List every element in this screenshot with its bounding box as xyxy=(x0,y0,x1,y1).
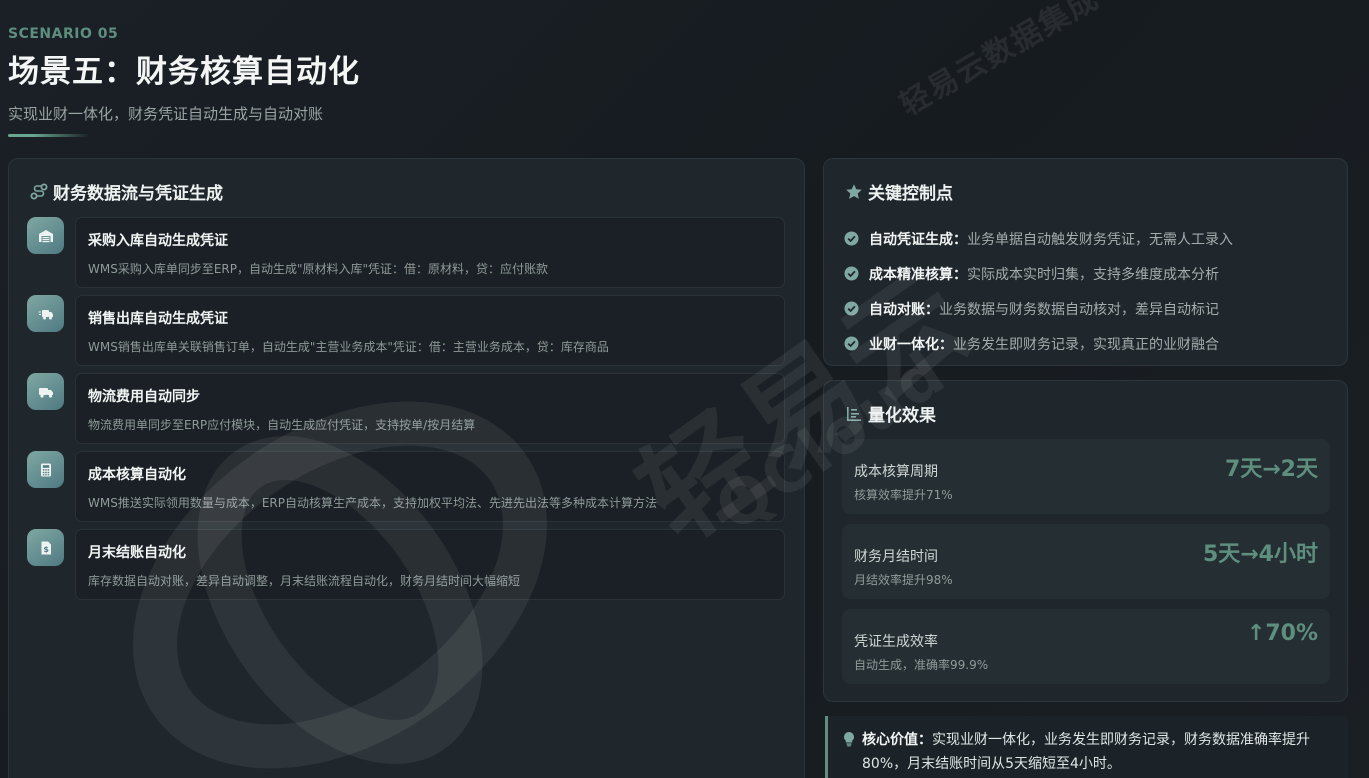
control-point-key: 自动对账： xyxy=(869,301,939,318)
control-point-text: 业务数据与财务数据自动核对，差异自动标记 xyxy=(939,301,1219,318)
flow-item-desc: WMS采购入库单同步至ERP，自动生成"原材料入库"凭证：借：原材料，贷：应付账… xyxy=(88,262,549,276)
metric-sub: 核算效率提升71% xyxy=(854,488,953,502)
flow-item-title: 成本核算自动化 xyxy=(88,467,186,483)
controls-panel: 关键控制点 自动凭证生成： 业务单据自动触发财务凭证，无需人工录入 成本精准核算… xyxy=(823,158,1348,366)
metric-label: 财务月结时间 xyxy=(854,549,938,565)
page-title: 场景五：财务核算自动化 xyxy=(8,54,360,90)
flow-card: 月末结账自动化 库存数据自动对账，差异自动调整，月末结账流程自动化，财务月结时间… xyxy=(75,529,785,600)
control-point-text: 业务发生即财务记录，实现真正的业财融合 xyxy=(953,336,1219,353)
control-point-item: 自动对账： 业务数据与财务数据自动核对，差异自动标记 xyxy=(844,291,1334,326)
flow-card: 采购入库自动生成凭证 WMS采购入库单同步至ERP，自动生成"原材料入库"凭证：… xyxy=(75,217,785,288)
lightbulb-icon xyxy=(842,731,856,747)
control-point-item: 自动凭证生成： 业务单据自动触发财务凭证，无需人工录入 xyxy=(844,221,1334,256)
watermark-text-small: 轻易云数据集成平台 xyxy=(894,0,1161,124)
control-point-key: 业财一体化： xyxy=(869,336,953,353)
flow-panel-title: 财务数据流与凭证生成 xyxy=(53,184,223,204)
control-point-key: 成本精准核算： xyxy=(869,266,967,283)
flow-item-logistics-fee: 物流费用自动同步 物流费用单同步至ERP应付模块，自动生成应付凭证，支持按单/按… xyxy=(27,373,787,451)
flow-item-desc: 库存数据自动对账，差异自动调整，月末结账流程自动化，财务月结时间大幅缩短 xyxy=(88,574,521,588)
control-point-text: 业务单据自动触发财务凭证，无需人工录入 xyxy=(967,231,1233,248)
truck-icon xyxy=(27,373,64,410)
core-value-key: 核心价值： xyxy=(862,732,932,748)
svg-text:$: $ xyxy=(43,545,49,554)
metric-card: 成本核算周期 核算效率提升71% 7天→2天 xyxy=(842,439,1330,514)
controls-panel-header: 关键控制点 xyxy=(844,179,953,204)
flow-item-title: 销售出库自动生成凭证 xyxy=(88,311,228,327)
check-circle-icon xyxy=(844,266,859,281)
flow-item-title: 物流费用自动同步 xyxy=(88,389,200,405)
control-point-item: 业财一体化： 业务发生即财务记录，实现真正的业财融合 xyxy=(844,326,1334,361)
metric-label: 凭证生成效率 xyxy=(854,634,938,650)
control-point-key: 自动凭证生成： xyxy=(869,231,967,248)
flow-panel: 财务数据流与凭证生成 采购入库自动生成凭证 WMS采购入库单同步至ERP，自动生… xyxy=(8,158,805,778)
flow-item-desc: WMS推送实际领用数量与成本，ERP自动核算生产成本，支持加权平均法、先进先出法… xyxy=(88,496,657,510)
metric-value: 5天→4小时 xyxy=(1202,542,1318,567)
check-circle-icon xyxy=(844,301,859,316)
metrics-panel-title: 量化效果 xyxy=(868,406,936,426)
metric-sub: 自动生成，准确率99.9% xyxy=(854,658,989,672)
flow-item-desc: 物流费用单同步至ERP应付模块，自动生成应付凭证，支持按单/按月结算 xyxy=(88,418,476,432)
core-value-callout: 核心价值：实现业财一体化，业务发生即财务记录，财务数据准确率提升80%，月末结账… xyxy=(825,716,1348,778)
core-value-text: 核心价值：实现业财一体化，业务发生即财务记录，财务数据准确率提升80%，月末结账… xyxy=(862,728,1340,776)
flow-item-month-end-close: $ 月末结账自动化 库存数据自动对账，差异自动调整，月末结账流程自动化，财务月结… xyxy=(27,529,787,607)
scenario-eyebrow: SCENARIO 05 xyxy=(8,26,119,42)
control-point-item: 成本精准核算： 实际成本实时归集，支持多维度成本分析 xyxy=(844,256,1334,291)
flow-list: 采购入库自动生成凭证 WMS采购入库单同步至ERP，自动生成"原材料入库"凭证：… xyxy=(27,217,787,607)
star-icon xyxy=(844,182,864,202)
flow-item-cost-accounting: 成本核算自动化 WMS推送实际领用数量与成本，ERP自动核算生产成本，支持加权平… xyxy=(27,451,787,529)
metrics-panel-header: 量化效果 xyxy=(844,401,936,426)
check-circle-icon xyxy=(844,231,859,246)
flow-card: 成本核算自动化 WMS推送实际领用数量与成本，ERP自动核算生产成本，支持加权平… xyxy=(75,451,785,522)
metric-card: 财务月结时间 月结效率提升98% 5天→4小时 xyxy=(842,524,1330,599)
metrics-panel: 量化效果 成本核算周期 核算效率提升71% 7天→2天 财务月结时间 月结效率提… xyxy=(823,380,1348,702)
flow-item-title: 采购入库自动生成凭证 xyxy=(88,233,228,249)
page-header: SCENARIO 05 场景五：财务核算自动化 实现业财一体化，财务凭证自动生成… xyxy=(8,26,360,124)
flow-item-desc: WMS销售出库单关联销售订单，自动生成"主营业务成本"凭证：借：主营业务成本，贷… xyxy=(88,340,609,354)
flow-item-title: 月末结账自动化 xyxy=(88,545,186,561)
calculator-icon xyxy=(27,451,64,488)
controls-panel-title: 关键控制点 xyxy=(868,184,953,204)
metric-value: 7天→2天 xyxy=(1224,457,1318,482)
metric-label: 成本核算周期 xyxy=(854,464,938,480)
invoice-dollar-icon: $ xyxy=(27,529,64,566)
warehouse-icon xyxy=(27,217,64,254)
flow-item-sales-outbound: 销售出库自动生成凭证 WMS销售出库单关联销售订单，自动生成"主营业务成本"凭证… xyxy=(27,295,787,373)
title-accent-rule xyxy=(8,134,90,137)
flow-item-purchase-inbound: 采购入库自动生成凭证 WMS采购入库单同步至ERP，自动生成"原材料入库"凭证：… xyxy=(27,217,787,295)
check-circle-icon xyxy=(844,336,859,351)
metric-value: ↑70% xyxy=(1246,621,1318,646)
flow-card: 销售出库自动生成凭证 WMS销售出库单关联销售订单，自动生成"主营业务成本"凭证… xyxy=(75,295,785,366)
page-subtitle: 实现业财一体化，财务凭证自动生成与自动对账 xyxy=(8,105,324,123)
chart-list-icon xyxy=(844,404,864,424)
control-point-text: 实际成本实时归集，支持多维度成本分析 xyxy=(967,266,1219,283)
route-icon xyxy=(29,182,49,202)
flow-card: 物流费用自动同步 物流费用单同步至ERP应付模块，自动生成应付凭证，支持按单/按… xyxy=(75,373,785,444)
metric-sub: 月结效率提升98% xyxy=(854,573,953,587)
flow-panel-header: 财务数据流与凭证生成 xyxy=(29,179,223,204)
control-points-list: 自动凭证生成： 业务单据自动触发财务凭证，无需人工录入 成本精准核算： 实际成本… xyxy=(844,221,1334,361)
truck-fast-icon xyxy=(27,295,64,332)
metric-card: 凭证生成效率 自动生成，准确率99.9% ↑70% xyxy=(842,609,1330,684)
